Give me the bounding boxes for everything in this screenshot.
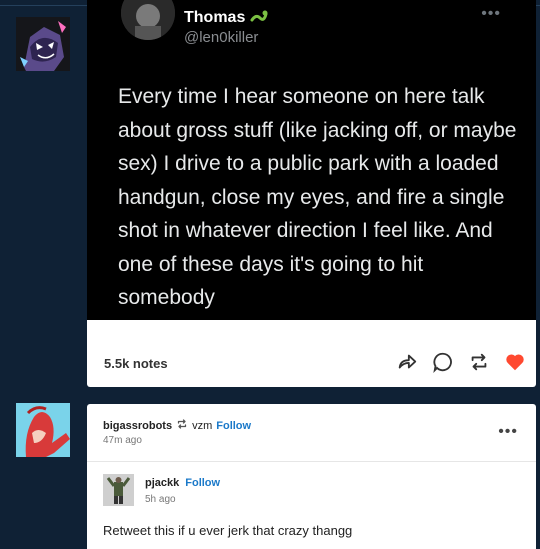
follow-button[interactable]: Follow — [216, 420, 251, 432]
original-poster-avatar[interactable] — [103, 474, 134, 506]
avatar-character-icon — [16, 17, 70, 71]
notes-count[interactable]: 5.5k notes — [104, 356, 168, 371]
original-poster-name[interactable]: pjackk — [145, 477, 179, 489]
share-icon[interactable] — [395, 350, 419, 374]
tweet-handle: @len0killer — [184, 29, 259, 46]
post-card: Thomas @len0killer ••• Every time I hear… — [87, 0, 536, 387]
post-text: Retweet this if u ever jerk that crazy t… — [103, 523, 353, 538]
reply-icon[interactable] — [431, 350, 455, 374]
reblog-icon[interactable] — [467, 350, 491, 374]
blog-avatar[interactable] — [16, 17, 70, 71]
tweet-text: Every time I hear someone on here talk a… — [118, 85, 517, 309]
follow-button[interactable]: Follow — [185, 477, 220, 489]
reblog-icon — [176, 418, 188, 433]
post-card: bigassrobots vzm Follow 47m ago ••• pjac… — [87, 404, 536, 549]
tweet-display-name: Thomas — [184, 8, 268, 27]
like-icon[interactable] — [503, 350, 527, 374]
tweet-avatar — [121, 0, 175, 40]
divider — [87, 461, 536, 462]
post-actions — [395, 350, 527, 374]
tweet-screenshot: Thomas @len0killer ••• Every time I hear… — [87, 0, 536, 320]
reblog-source-name[interactable]: vzm — [192, 420, 212, 432]
more-dots-icon[interactable]: ••• — [498, 423, 518, 441]
reblog-header: bigassrobots vzm Follow — [103, 418, 251, 433]
more-dots-icon: ••• — [481, 5, 501, 22]
avatar-character-icon — [16, 403, 70, 457]
original-post-time[interactable]: 5h ago — [145, 494, 176, 505]
original-poster-line: pjackk Follow — [145, 477, 220, 489]
post-time[interactable]: 47m ago — [103, 435, 142, 446]
blog-avatar[interactable] — [16, 403, 70, 457]
snake-emoji-icon — [250, 9, 268, 26]
reblogger-name[interactable]: bigassrobots — [103, 420, 172, 432]
